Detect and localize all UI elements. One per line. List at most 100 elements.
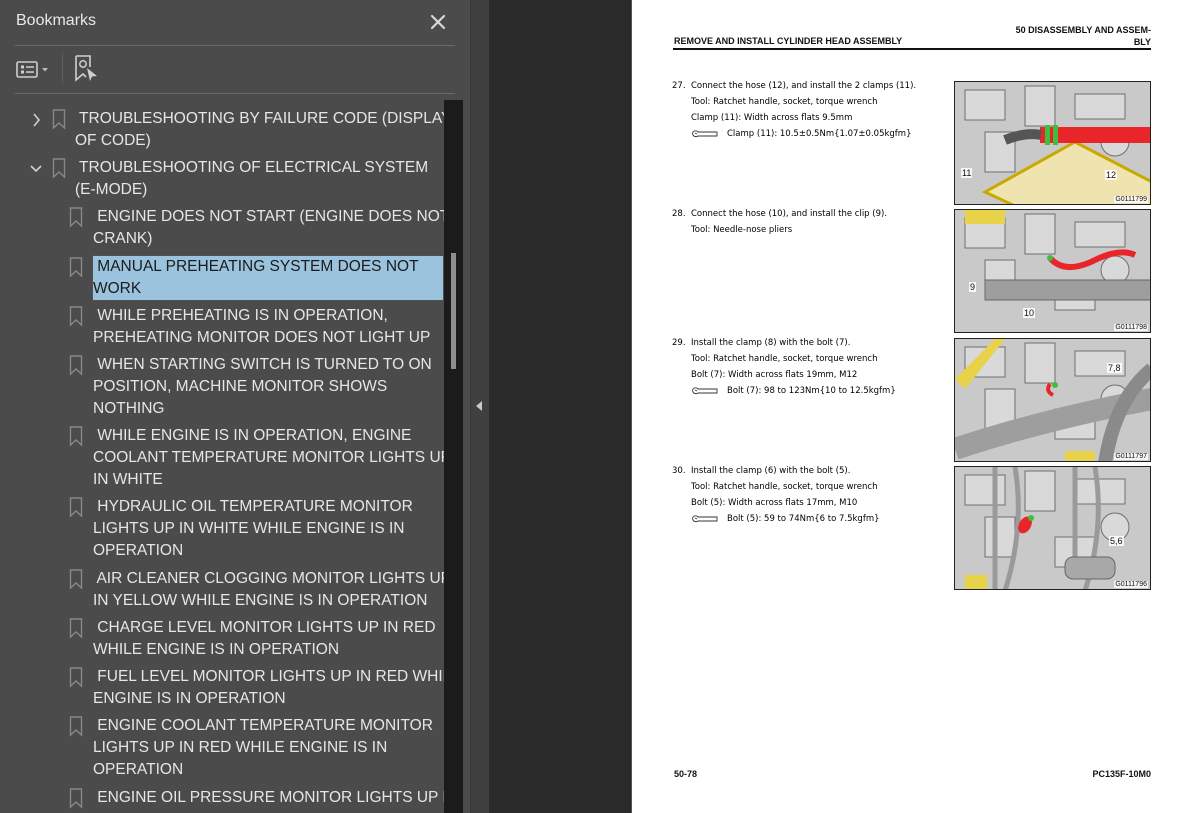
- procedure-step: 28. Connect the hose (10), and install th…: [672, 206, 952, 286]
- bookmark-label-line: WHILE ENGINE IS IN OPERATION: [93, 641, 340, 658]
- bookmark-label-line: WHEN STARTING SWITCH IS TURNED TO ON: [93, 356, 432, 373]
- bookmark-item[interactable]: CHARGE LEVEL MONITOR LIGHTS UP IN RED WHI…: [0, 617, 444, 661]
- bookmark-item[interactable]: MANUAL PREHEATING SYSTEM DOES NOT WORK: [0, 255, 444, 301]
- bookmarks-scrollbar-thumb[interactable]: [451, 253, 456, 369]
- bookmark-icon: [69, 426, 83, 447]
- bookmark-label-line: IN WHITE: [93, 471, 163, 488]
- bookmark-options-button[interactable]: [15, 58, 55, 82]
- step-text-line: Install the clamp (8) with the bolt (7).: [691, 338, 851, 348]
- bookmark-item[interactable]: AIR CLEANER CLOGGING MONITOR LIGHTS UP IN…: [0, 568, 444, 612]
- bookmark-label-line: MANUAL PREHEATING SYSTEM DOES NOT: [93, 258, 419, 275]
- bookmark-label-line: COOLANT TEMPERATURE MONITOR LIGHTS UP: [93, 449, 444, 466]
- bookmark-icon: [69, 618, 83, 639]
- step-number: 30.: [672, 466, 686, 476]
- bookmark-label-line: LIGHTS UP IN RED WHILE ENGINE IS IN: [93, 739, 388, 756]
- bookmark-label-line: FUEL LEVEL MONITOR LIGHTS UP IN RED WHIL…: [93, 668, 444, 685]
- bookmark-icon: [52, 158, 66, 179]
- bookmark-label-line: CHARGE LEVEL MONITOR LIGHTS UP IN RED: [93, 619, 436, 636]
- engine-illustration: [955, 82, 1150, 204]
- bookmark-label-line: LIGHTS UP IN WHITE WHILE ENGINE IS IN: [93, 520, 405, 537]
- panel-title: Bookmarks: [16, 12, 97, 29]
- chapter-line-2: BLY: [1133, 37, 1151, 47]
- procedure-step: 30. Install the clamp (6) with the bolt (…: [672, 463, 952, 543]
- bookmark-label-line: WHILE PREHEATING IS IN OPERATION,: [93, 307, 388, 324]
- close-panel-button[interactable]: [427, 11, 449, 33]
- bookmark-label: CHARGE LEVEL MONITOR LIGHTS UP IN RED WHI…: [93, 617, 443, 661]
- figure-callout: 9: [969, 282, 977, 292]
- torque-wrench-icon: [692, 514, 718, 522]
- step-number: 29.: [672, 338, 686, 348]
- bookmark-label-line: TROUBLESHOOTING OF ELECTRICAL SYSTEM: [75, 159, 429, 176]
- bookmark-item[interactable]: WHEN STARTING SWITCH IS TURNED TO ON POSI…: [0, 354, 444, 420]
- bookmark-label-line: NOTHING: [93, 400, 165, 417]
- bookmark-label: TROUBLESHOOTING OF ELECTRICAL SYSTEM (E-M…: [75, 157, 443, 201]
- bookmark-item[interactable]: ENGINE DOES NOT START (ENGINE DOES NOT CR…: [0, 206, 444, 250]
- bookmark-item[interactable]: HYDRAULIC OIL TEMPERATURE MONITOR LIGHTS …: [0, 496, 444, 562]
- figure-id: G0111796: [1114, 581, 1148, 588]
- find-current-bookmark-button[interactable]: [73, 54, 101, 84]
- pdf-page: REMOVE AND INSTALL CYLINDER HEAD ASSEMBL…: [631, 0, 1200, 813]
- bookmark-label-line: ENGINE OIL PRESSURE MONITOR LIGHTS UP IN: [93, 789, 444, 806]
- step-text-line: Tool: Ratchet handle, socket, torque wre…: [691, 482, 878, 492]
- engine-illustration: [955, 210, 1150, 332]
- list-options-icon: [16, 61, 48, 78]
- bookmark-label-line: HYDRAULIC OIL TEMPERATURE MONITOR: [93, 498, 413, 515]
- bookmark-label-line: ENGINE COOLANT TEMPERATURE MONITOR: [93, 717, 433, 734]
- find-current-bookmark-icon: [75, 55, 97, 82]
- bookmark-item[interactable]: FUEL LEVEL MONITOR LIGHTS UP IN RED WHIL…: [0, 666, 444, 710]
- figure-illustration: 7,8 G0111797: [954, 338, 1151, 462]
- step-text-line: Tool: Ratchet handle, socket, torque wre…: [691, 97, 878, 107]
- bookmark-label-line: WHILE ENGINE IS IN OPERATION, ENGINE: [93, 427, 412, 444]
- bookmark-item[interactable]: ENGINE COOLANT TEMPERATURE MONITOR LIGHTS…: [0, 715, 444, 781]
- bookmark-label: ENGINE DOES NOT START (ENGINE DOES NOT CR…: [93, 206, 444, 250]
- bookmark-label: FUEL LEVEL MONITOR LIGHTS UP IN RED WHIL…: [93, 666, 444, 710]
- step-text-line: Tool: Ratchet handle, socket, torque wre…: [691, 354, 878, 364]
- figure-id: G0111798: [1114, 324, 1148, 331]
- torque-spec: Bolt (7): 98 to 123Nm{10 to 12.5kgfm}: [691, 383, 896, 399]
- page-header-chapter: 50 DISASSEMBLY AND ASSEM- BLY: [932, 24, 1151, 48]
- bookmark-label-line: ENGINE DOES NOT START (ENGINE DOES NOT: [93, 208, 444, 225]
- torque-wrench-icon: [692, 386, 718, 394]
- bookmark-item[interactable]: TROUBLESHOOTING OF ELECTRICAL SYSTEM (E-M…: [0, 157, 444, 201]
- toolbar-separator: [62, 53, 63, 83]
- bookmark-label-line: TROUBLESHOOTING BY FAILURE CODE (DISPLAY: [75, 110, 444, 127]
- bookmark-label-line: (E-MODE): [75, 181, 148, 198]
- page-header-section-title: REMOVE AND INSTALL CYLINDER HEAD ASSEMBL…: [674, 36, 903, 46]
- bookmark-icon: [69, 667, 83, 688]
- bookmark-item[interactable]: WHILE PREHEATING IS IN OPERATION, PREHEAT…: [0, 305, 444, 349]
- bookmark-icon: [69, 306, 83, 327]
- bookmark-icon: [52, 109, 66, 130]
- bookmark-label-line: IN YELLOW WHILE ENGINE IS IN OPERATION: [93, 592, 428, 609]
- bookmark-item[interactable]: TROUBLESHOOTING BY FAILURE CODE (DISPLAY…: [0, 108, 444, 152]
- step-text-line: Install the clamp (6) with the bolt (5).: [691, 466, 851, 476]
- chevron-down-icon[interactable]: [30, 162, 42, 176]
- bookmark-label-line: AIR CLEANER CLOGGING MONITOR LIGHTS UP: [93, 570, 444, 587]
- bookmarks-panel-header: Bookmarks: [0, 0, 470, 46]
- figure-callout: 11: [961, 168, 973, 178]
- bookmark-icon: [69, 497, 83, 518]
- bookmark-label: WHILE ENGINE IS IN OPERATION, ENGINE COOL…: [93, 425, 444, 491]
- step-text-line: Connect the hose (10), and install the c…: [691, 209, 888, 219]
- figure-illustration: 5,6 G0111796: [954, 466, 1151, 590]
- bookmark-label-line: WORK: [93, 280, 142, 297]
- bookmark-label: HYDRAULIC OIL TEMPERATURE MONITOR LIGHTS …: [93, 496, 443, 562]
- bookmark-icon: [69, 569, 83, 590]
- step-text-line: Tool: Needle-nose pliers: [691, 225, 793, 235]
- step-text-line: Clamp (11): Width across flats 9.5mm: [691, 113, 853, 123]
- bookmark-item[interactable]: ENGINE OIL PRESSURE MONITOR LIGHTS UP IN: [0, 787, 444, 809]
- bookmark-label: AIR CLEANER CLOGGING MONITOR LIGHTS UP IN…: [93, 568, 444, 612]
- bookmark-label-line: OF CODE): [75, 132, 151, 149]
- bookmark-label: MANUAL PREHEATING SYSTEM DOES NOT WORK: [92, 255, 444, 301]
- figure-illustration: 9 10 G0111798: [954, 209, 1151, 333]
- header-rule: [673, 48, 1151, 50]
- bookmark-item[interactable]: WHILE ENGINE IS IN OPERATION, ENGINE COOL…: [0, 425, 444, 491]
- chevron-right-icon[interactable]: [30, 113, 42, 127]
- torque-value: Clamp (11): 10.5±0.5Nm{1.07±0.05kgfm}: [727, 129, 912, 139]
- bookmarks-scrollbar[interactable]: [444, 100, 463, 813]
- engine-illustration: [955, 467, 1150, 589]
- bookmark-icon: [69, 716, 83, 737]
- bookmark-icon: [69, 355, 83, 376]
- close-icon: [430, 14, 446, 30]
- figure-id: G0111799: [1114, 196, 1148, 203]
- toolbar-divider: [15, 93, 455, 94]
